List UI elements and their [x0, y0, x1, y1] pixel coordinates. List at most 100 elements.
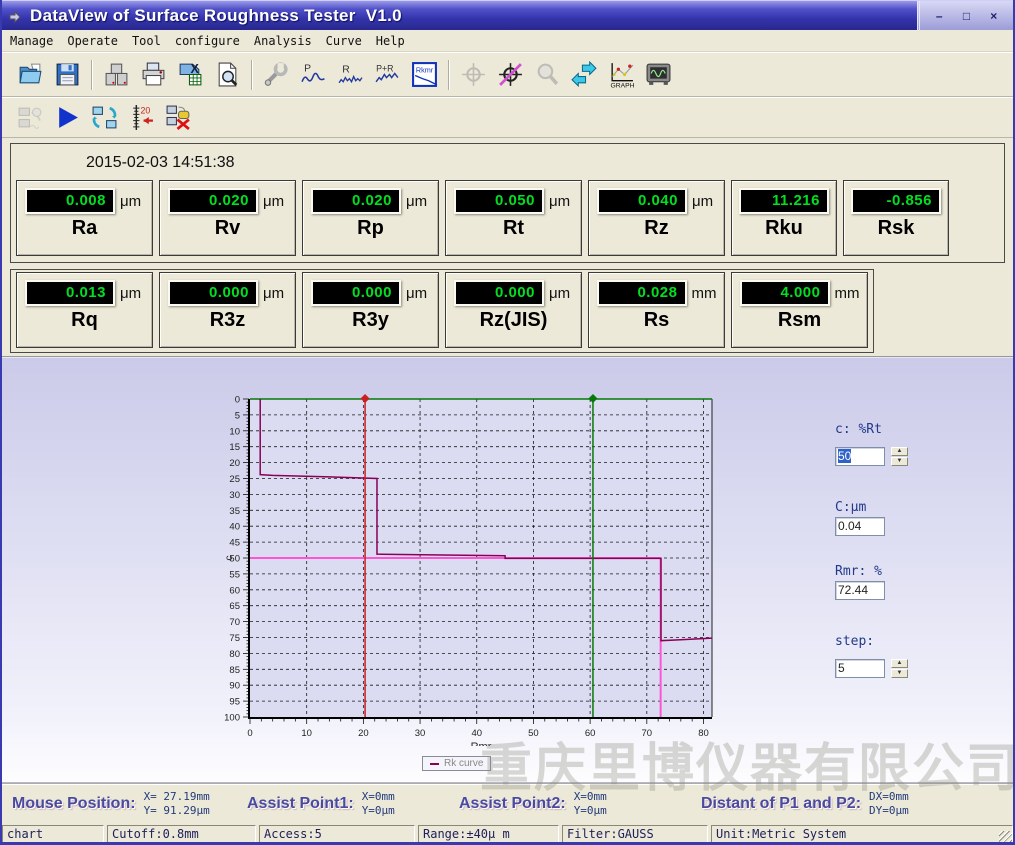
legend-line-swatch	[430, 763, 439, 765]
r-profile-curve-icon[interactable]: R	[332, 57, 369, 93]
chart-legend: Rk curve	[422, 756, 491, 771]
rku-value: 11.216	[741, 190, 827, 212]
menu-curve[interactable]: Curve	[326, 34, 362, 48]
sample-range-20-icon[interactable]: 20	[123, 100, 160, 136]
database-icon[interactable]	[98, 57, 135, 93]
rmr-input[interactable]: 72.44	[835, 581, 885, 600]
svg-text:10: 10	[301, 728, 312, 739]
svg-text:80: 80	[229, 649, 240, 660]
rkmr-curve-icon[interactable]: Rkmr	[406, 57, 443, 93]
chart-panel: 0510152025303540455055606570758085909510…	[2, 356, 1013, 783]
graph-icon[interactable]: GRAPH	[603, 57, 640, 93]
step-spin-down-icon[interactable]: ▼	[891, 669, 908, 678]
rt-label: Rt	[446, 217, 581, 240]
rsk-label: Rsk	[844, 217, 948, 240]
c-percent-input[interactable]: 50	[835, 447, 885, 466]
x-axis-label: Rmr	[471, 741, 492, 746]
y-axis-label: c	[224, 556, 235, 561]
open-file-icon[interactable]	[12, 57, 49, 93]
rv-value: 0.020	[170, 190, 256, 212]
mouse-position-group: Mouse Position: X= 27.19mmY= 91.29μm	[12, 790, 247, 818]
menu-configure[interactable]: configure	[175, 34, 240, 48]
menu-analysis[interactable]: Analysis	[254, 34, 312, 48]
step-label: step:	[835, 634, 935, 649]
ra-unit: μm	[120, 193, 144, 210]
zoom-icon	[529, 57, 566, 93]
rk-curve-plot[interactable]: 0510152025303540455055606570758085909510…	[224, 390, 720, 746]
transfer-data-icon[interactable]	[566, 57, 603, 93]
menu-tool[interactable]: Tool	[132, 34, 161, 48]
menu-bar: Manage Operate Tool configure Analysis C…	[2, 30, 1013, 52]
sync-data-icon[interactable]	[86, 100, 123, 136]
close-button[interactable]: ×	[986, 9, 1002, 23]
status-filter: Filter:GAUSS	[562, 825, 708, 845]
svg-text:25: 25	[229, 474, 240, 485]
toolbar-separator	[251, 60, 253, 90]
r3z-unit: μm	[263, 285, 287, 302]
app-icon[interactable]	[8, 9, 22, 23]
assist-point1-label: Assist Point1:	[247, 795, 354, 813]
rz-unit: μm	[692, 193, 716, 210]
assist-point2-label: Assist Point2:	[459, 795, 566, 813]
status-range: Range:±40μ m	[418, 825, 559, 845]
mouse-x: X= 27.19mm	[144, 790, 210, 804]
play-measure-icon[interactable]	[49, 100, 86, 136]
disconnect-icon[interactable]	[160, 100, 197, 136]
measure-rz: 0.040μmRz	[588, 180, 725, 256]
assist-point1-group: Assist Point1: X=0mmY=0μm	[247, 790, 459, 818]
status-cutoff: Cutoff:0.8mm	[107, 825, 256, 845]
measure-ra: 0.008μmRa	[16, 180, 153, 256]
settings-wrench-icon[interactable]	[258, 57, 295, 93]
save-file-icon[interactable]	[49, 57, 86, 93]
c-spin-up-icon[interactable]: ▲	[891, 447, 908, 456]
step-input[interactable]: 5	[835, 659, 885, 678]
status-access: Access:5	[259, 825, 415, 845]
curve-controls: c: %Rt 50 ▲▼ C:μm 0.04 Rmr: % 72.44 step…	[835, 422, 935, 712]
status-mode: chart	[2, 825, 104, 845]
c-depth-input[interactable]: 0.04	[835, 517, 885, 536]
pr-profile-curve-icon[interactable]: P+R	[369, 57, 406, 93]
svg-text:40: 40	[471, 728, 482, 739]
c-spin-down-icon[interactable]: ▼	[891, 457, 908, 466]
r3y-unit: μm	[406, 285, 430, 302]
rs-label: Rs	[589, 309, 724, 332]
print-icon[interactable]	[135, 57, 172, 93]
c-percent-label: c: %Rt	[835, 422, 935, 437]
maximize-button[interactable]: □	[959, 9, 975, 23]
svg-text:Rkmr: Rkmr	[416, 65, 434, 74]
mouse-y: Y= 91.29μm	[144, 804, 210, 818]
rzjis-unit: μm	[549, 285, 573, 302]
svg-text:50: 50	[528, 728, 539, 739]
r3y-label: R3y	[303, 309, 438, 332]
menu-help[interactable]: Help	[376, 34, 405, 48]
svg-text:45: 45	[229, 538, 240, 549]
measure-r3y: 0.000μmR3y	[302, 272, 439, 348]
distance-label: Distant of P1 and P2:	[701, 795, 861, 813]
titlebar[interactable]: DataView of Surface Roughness Tester V1.…	[2, 0, 1013, 30]
print-preview-icon[interactable]	[209, 57, 246, 93]
crosshair-off-icon[interactable]	[492, 57, 529, 93]
p-profile-curve-icon[interactable]: P	[295, 57, 332, 93]
results-group-1: 2015-02-03 14:51:38 0.008μmRa 0.020μmRv …	[10, 143, 1005, 263]
rku-label: Rku	[732, 217, 836, 240]
measure-rku: 11.216 Rku	[731, 180, 837, 256]
measurement-timestamp: 2015-02-03 14:51:38	[16, 146, 999, 180]
step-spin-up-icon[interactable]: ▲	[891, 659, 908, 668]
svg-text:60: 60	[585, 728, 596, 739]
oscilloscope-icon[interactable]	[640, 57, 677, 93]
status-unit: Unit:Metric System	[711, 825, 1013, 845]
toolbar-separator	[91, 60, 93, 90]
svg-text:20: 20	[229, 458, 240, 469]
svg-text:X: X	[190, 62, 199, 76]
rz-label: Rz	[589, 217, 724, 240]
resize-grip[interactable]	[999, 831, 1012, 844]
menu-manage[interactable]: Manage	[10, 34, 53, 48]
assist1-x: X=0mm	[362, 790, 395, 804]
minimize-button[interactable]: –	[931, 9, 947, 23]
assist1-y: Y=0μm	[362, 804, 395, 818]
r3z-value: 0.000	[170, 282, 256, 304]
app-window: DataView of Surface Roughness Tester V1.…	[0, 0, 1015, 845]
export-excel-icon[interactable]: X	[172, 57, 209, 93]
svg-text:P+R: P+R	[376, 63, 393, 73]
menu-operate[interactable]: Operate	[67, 34, 118, 48]
